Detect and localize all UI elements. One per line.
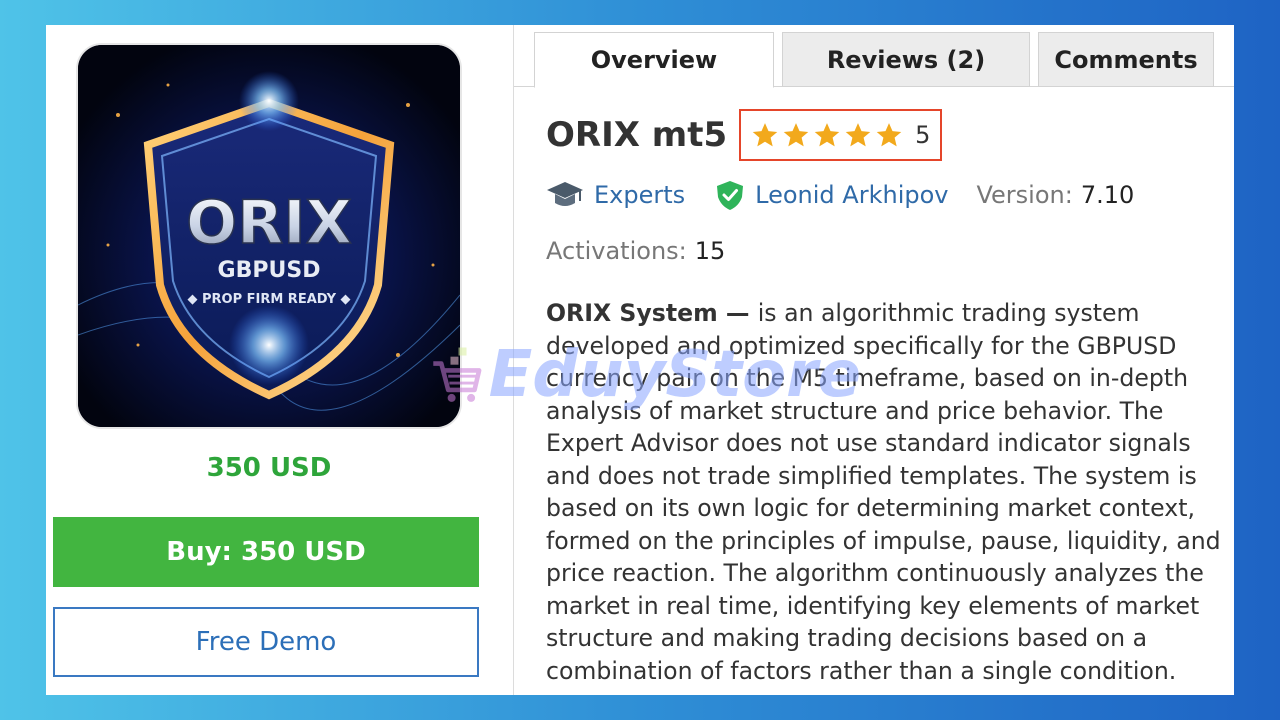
product-description: ORIX System — is an algorithmic trading … <box>546 297 1234 687</box>
category-link[interactable]: Experts <box>546 179 685 211</box>
logo-main-text: ORIX <box>186 188 352 258</box>
tab-comments[interactable]: Comments <box>1038 32 1214 87</box>
tab-bar: Overview Reviews (2) Comments <box>514 25 1234 88</box>
tab-reviews[interactable]: Reviews (2) <box>782 32 1030 87</box>
tab-overview[interactable]: Overview <box>534 32 774 88</box>
star-icon <box>783 123 809 147</box>
verified-shield-icon <box>717 181 744 210</box>
star-icon <box>752 123 778 147</box>
product-details: Overview Reviews (2) Comments ORIX mt5 5… <box>514 25 1234 695</box>
product-sidebar: ORIX GBPUSD ◆ PROP FIRM READY ◆ 350 USD … <box>46 25 513 695</box>
meta-row: Experts Leonid Arkhipov Version: 7.10 <box>546 175 1134 215</box>
description-body: is an algorithmic trading system develop… <box>546 299 1221 685</box>
page-title: ORIX mt5 <box>546 115 728 155</box>
version-info: Version: 7.10 <box>976 181 1134 209</box>
activations-value: 15 <box>694 237 726 265</box>
product-price: 350 USD <box>206 453 332 483</box>
product-image: ORIX GBPUSD ◆ PROP FIRM READY ◆ <box>76 43 462 429</box>
star-icon <box>814 123 840 147</box>
star-icon <box>876 123 902 147</box>
category-label: Experts <box>594 181 686 209</box>
graduation-cap-icon <box>547 182 583 206</box>
author-link[interactable]: Leonid Arkhipov <box>715 179 948 211</box>
product-logo-graphic: ORIX GBPUSD ◆ PROP FIRM READY ◆ <box>78 45 460 427</box>
logo-pair-text: GBPUSD <box>218 258 321 283</box>
product-card: ORIX GBPUSD ◆ PROP FIRM READY ◆ 350 USD … <box>46 25 1234 695</box>
logo-tag-text: ◆ PROP FIRM READY ◆ <box>187 292 350 307</box>
title-row: ORIX mt5 5 <box>546 109 943 161</box>
buy-button[interactable]: Buy: 350 USD <box>53 517 479 587</box>
version-value: 7.10 <box>1080 181 1135 209</box>
star-icon <box>845 123 871 147</box>
description-lead: ORIX System — <box>546 299 758 327</box>
rating-badge[interactable]: 5 <box>739 109 943 161</box>
activations-info: Activations: 15 <box>546 237 725 265</box>
rating-stars <box>751 121 903 149</box>
version-label: Version: <box>976 181 1073 209</box>
rating-value: 5 <box>915 121 931 149</box>
activations-label: Activations: <box>546 237 687 265</box>
author-name: Leonid Arkhipov <box>755 181 949 209</box>
free-demo-button[interactable]: Free Demo <box>53 607 479 677</box>
